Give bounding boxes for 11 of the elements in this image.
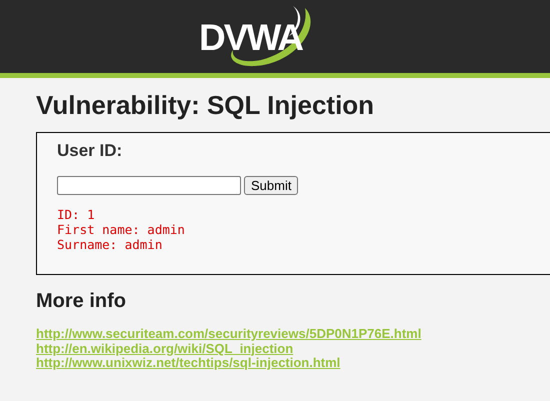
field-label: User ID: — [57, 141, 124, 161]
reference-link[interactable]: http://en.wikipedia.org/wiki/SQL_injection — [36, 342, 550, 356]
result-line: Surname: admin — [57, 237, 164, 252]
reference-link[interactable]: http://www.unixwiz.net/techtips/sql-injection.html — [36, 356, 550, 370]
page-title: Vulnerability: SQL Injection — [36, 90, 376, 121]
submit-button[interactable]: Submit — [244, 176, 298, 195]
result-line: First name: admin — [57, 222, 186, 237]
reference-link[interactable]: http://www.securiteam.com/securityreviews/5DP0N1P76E.html — [36, 327, 550, 342]
result-line: ID: 1 — [57, 207, 96, 222]
user-id-field[interactable] — [57, 176, 241, 195]
section-heading: More info — [36, 290, 127, 313]
